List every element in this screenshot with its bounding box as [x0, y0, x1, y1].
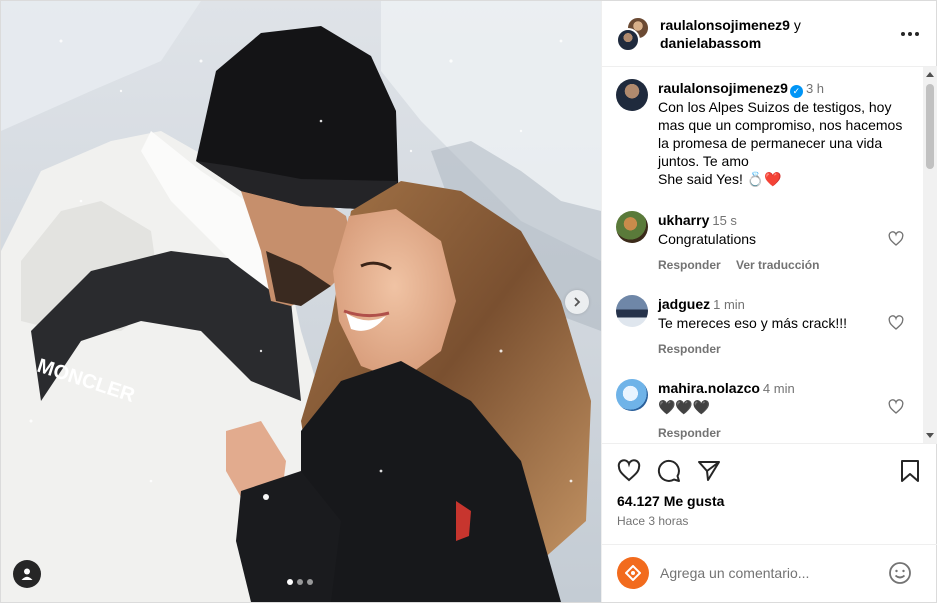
caption-time: 3 h	[805, 81, 825, 96]
avatar[interactable]	[616, 295, 648, 327]
save-bookmark-icon[interactable]	[898, 459, 922, 483]
scroll-up-arrow-icon[interactable]	[926, 72, 934, 77]
comment-username[interactable]: jadguez	[658, 296, 710, 312]
avatar[interactable]	[616, 211, 648, 243]
header-username-1[interactable]: raulalonsojimenez9	[660, 17, 790, 33]
carousel-dot	[307, 579, 313, 585]
comment-text: 🖤🖤🖤	[658, 399, 711, 415]
comment-bubble-icon[interactable]	[657, 459, 681, 483]
avatar[interactable]	[616, 79, 648, 111]
share-send-icon[interactable]	[697, 459, 721, 483]
caption-line: juntos. Te amo	[658, 153, 749, 169]
like-heart-icon[interactable]	[617, 459, 641, 483]
comment-time: 4 min	[762, 381, 795, 396]
caption-line: mas que un compromiso, nos hacemos	[658, 117, 903, 133]
header-username-2[interactable]: danielabassom	[660, 35, 761, 51]
more-dot-icon	[901, 32, 905, 36]
reply-link[interactable]: Responder	[658, 342, 721, 356]
avatar	[616, 28, 640, 52]
comment-item: jadguez 1 min Te mereces eso y más crack!…	[616, 295, 916, 361]
comment-time: 15 s	[712, 213, 737, 228]
comment-username[interactable]: ukharry	[658, 212, 709, 228]
avatar[interactable]	[616, 379, 648, 411]
header-joiner: y	[793, 17, 801, 33]
scrollbar-thumb[interactable]	[926, 84, 934, 169]
profile-logo-icon	[625, 565, 641, 581]
tagged-users-button[interactable]	[13, 560, 41, 588]
translate-link[interactable]: Ver traducción	[736, 258, 819, 272]
comment-text: Te mereces eso y más crack!!!	[658, 315, 848, 331]
comment-item: mahira.nolazco 4 min 🖤🖤🖤 Responder	[616, 379, 916, 443]
post-timestamp[interactable]: Hace 3 horas	[617, 514, 688, 528]
comment-text: Congratulations	[658, 231, 757, 247]
comments-list[interactable]: raulalonsojimenez9 ✓ 3 h Con los Alpes Sui…	[602, 67, 937, 443]
carousel-dot-active	[287, 579, 293, 585]
verified-badge-icon: ✓	[789, 85, 803, 98]
post-side-panel: raulalonsojimenez9 y danielabassom raula…	[601, 1, 937, 602]
more-dot-icon	[908, 32, 912, 36]
next-photo-button[interactable]	[565, 290, 589, 314]
comment-item: ukharry 15 s Congratulations Responder Ve…	[616, 211, 916, 277]
caption-username[interactable]: raulalonsojimenez9	[658, 80, 788, 96]
couple-photo: MONCLER	[1, 1, 601, 602]
like-comment-heart-icon[interactable]	[888, 315, 904, 331]
add-comment-row	[602, 544, 937, 603]
caption-line: She said Yes! 💍❤️	[658, 171, 782, 187]
instagram-post: MONCLER raulalonsojimenez9 y danielabass…	[0, 0, 937, 603]
caption-line: Con los Alpes Suizos de testigos, hoy	[658, 99, 892, 115]
scroll-down-arrow-icon[interactable]	[926, 433, 934, 438]
carousel-dot	[297, 579, 303, 585]
caption-line: la promesa de permanecer una vida	[658, 135, 883, 151]
avatar[interactable]	[617, 557, 649, 589]
chevron-right-icon	[574, 297, 581, 307]
comment-input[interactable]	[660, 563, 880, 583]
collab-avatars[interactable]	[616, 16, 650, 52]
comment-time: 1 min	[713, 297, 745, 312]
like-comment-heart-icon[interactable]	[888, 399, 904, 415]
reply-link[interactable]: Responder	[658, 258, 721, 272]
reply-link[interactable]: Responder	[658, 426, 721, 440]
carousel-indicator	[287, 579, 313, 585]
comment-username[interactable]: mahira.nolazco	[658, 380, 760, 396]
likes-count[interactable]: 64.127 Me gusta	[617, 493, 724, 509]
comments-scrollbar[interactable]	[923, 67, 937, 443]
post-header: raulalonsojimenez9 y danielabassom	[602, 1, 937, 67]
caption: raulalonsojimenez9 ✓ 3 h Con los Alpes Sui…	[616, 79, 916, 189]
emoji-smiley-icon[interactable]	[888, 561, 912, 585]
collab-usernames: raulalonsojimenez9 y danielabassom	[660, 16, 880, 52]
user-tag-icon	[21, 568, 33, 580]
post-footer: 64.127 Me gusta Hace 3 horas	[602, 443, 937, 602]
more-options-button[interactable]	[898, 22, 922, 46]
like-comment-heart-icon[interactable]	[888, 231, 904, 247]
more-dot-icon	[915, 32, 919, 36]
post-media[interactable]: MONCLER	[1, 1, 601, 602]
